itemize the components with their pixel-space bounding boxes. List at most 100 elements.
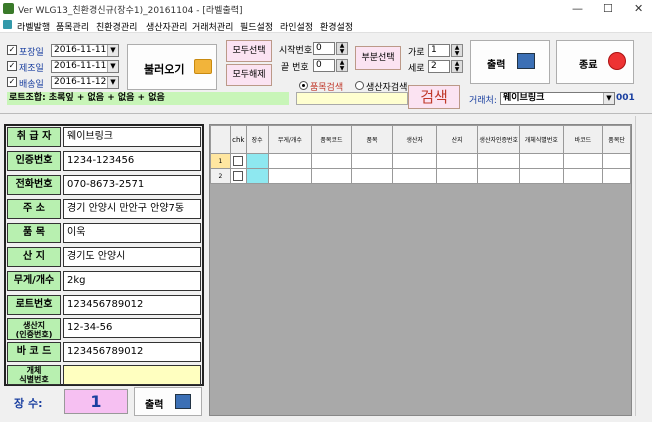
entity-id-label: 개체 식별번호 <box>7 365 61 385</box>
item-field[interactable]: 이욱 <box>63 223 201 243</box>
table-row[interactable]: 2 <box>210 168 631 184</box>
grid-cell[interactable] <box>392 168 437 184</box>
weight-count-field[interactable]: 2kg <box>63 271 201 291</box>
col-header-item-code[interactable]: 품목코드 <box>311 125 352 154</box>
count-field[interactable]: 1 <box>64 389 128 414</box>
mfg-date-select[interactable]: 2016-11-11 ▼ <box>51 60 119 73</box>
menu-item-management[interactable]: 품목관리 <box>56 20 89 33</box>
cert-number-label: 인증번호 <box>7 151 61 171</box>
grid-cell[interactable] <box>350 168 394 184</box>
row-number: 2 <box>210 168 231 184</box>
grid-cell[interactable] <box>311 153 352 169</box>
menu-line-settings[interactable]: 라인설정 <box>280 20 313 33</box>
height-input[interactable]: 2 <box>428 60 450 73</box>
handler-field[interactable]: 웨이브링크 <box>63 127 201 147</box>
phone-field[interactable]: 070-8673-2571 <box>63 175 201 195</box>
start-number-spinner[interactable]: ▲ ▼ <box>336 42 348 55</box>
print-button[interactable]: 출력 <box>470 40 550 84</box>
grid-cell[interactable] <box>267 168 313 184</box>
maximize-button[interactable]: ☐ <box>603 2 613 15</box>
search-button[interactable]: 검색 <box>408 85 460 109</box>
packing-date-select[interactable]: 2016-11-11 ▼ <box>51 44 119 57</box>
address-field[interactable]: 경기 안양시 만안구 안양7동 <box>63 199 201 219</box>
menu-field-settings[interactable]: 필드설정 <box>240 20 273 33</box>
row-checkbox-cell[interactable] <box>229 168 247 184</box>
select-all-button[interactable]: 모두선택 <box>226 40 272 62</box>
grid-cell[interactable] <box>519 153 564 169</box>
col-header-item[interactable]: 품목 <box>350 125 394 154</box>
origin-field[interactable]: 경기도 안양시 <box>63 247 201 267</box>
grid-cell[interactable] <box>311 168 352 184</box>
close-button[interactable]: ✕ <box>634 2 643 15</box>
menu-bar: 라벨발행 품목관리 친환경관리 생산자관리 거래처관리 필드설정 라인설정 환경… <box>0 18 652 33</box>
grid-cell[interactable] <box>562 153 604 169</box>
grid-cell[interactable] <box>392 153 437 169</box>
row-checkbox-cell[interactable] <box>229 153 247 169</box>
load-button[interactable]: 불러오기 <box>127 44 217 90</box>
menu-vendor-management[interactable]: 거래처관리 <box>192 20 233 33</box>
ship-date-checkbox[interactable]: ✓ <box>7 77 17 87</box>
col-header-producer-cert[interactable]: 생산자인증번호 <box>477 125 521 154</box>
grid-cell[interactable] <box>519 168 564 184</box>
col-header-barcode[interactable]: 바코드 <box>562 125 604 154</box>
table-row[interactable]: 1 <box>210 153 631 169</box>
barcode-field[interactable]: 123456789012 <box>63 342 201 362</box>
grid-cell[interactable] <box>350 153 394 169</box>
col-header-origin[interactable]: 산지 <box>435 125 479 154</box>
grid-cell[interactable] <box>562 168 604 184</box>
grid-cell[interactable] <box>435 168 479 184</box>
grid-cell[interactable] <box>477 153 521 169</box>
menu-eco-management[interactable]: 친환경관리 <box>96 20 137 33</box>
width-spinner[interactable]: ▲ ▼ <box>451 44 463 57</box>
production-site-field[interactable]: 12-34-56 <box>63 318 201 338</box>
chevron-down-icon: ▼ <box>603 93 614 104</box>
entity-id-field[interactable] <box>63 365 201 385</box>
menu-producer-management[interactable]: 생산자관리 <box>146 20 187 33</box>
count-cell[interactable] <box>245 168 269 184</box>
col-header-item-unit[interactable]: 품목단 <box>602 125 631 154</box>
end-number-label: 끝 번호 <box>281 63 309 73</box>
grid-cell[interactable] <box>435 153 479 169</box>
end-number-input[interactable]: 0 <box>313 59 335 72</box>
width-input[interactable]: 1 <box>428 44 450 57</box>
col-header-chk[interactable]: chk <box>229 125 247 154</box>
lot-number-field[interactable]: 123456789012 <box>63 295 201 315</box>
vendor-select[interactable]: 웨이브링크 ▼ <box>500 92 615 105</box>
col-header-producer[interactable]: 생산자 <box>392 125 437 154</box>
start-number-input[interactable]: 0 <box>313 42 335 55</box>
grid-cell[interactable] <box>477 168 521 184</box>
cert-number-field[interactable]: 1234-123456 <box>63 151 201 171</box>
vertical-scrollbar[interactable] <box>635 116 647 416</box>
partial-select-button[interactable]: 부분선택 <box>355 46 401 70</box>
mfg-date-checkbox[interactable]: ✓ <box>7 61 17 71</box>
row-number: 1 <box>210 153 231 169</box>
col-header-entity-id[interactable]: 개체식별번호 <box>519 125 564 154</box>
grid-cell[interactable] <box>602 153 631 169</box>
search-input[interactable] <box>296 92 408 105</box>
bottom-print-button[interactable]: 출력 <box>134 387 202 416</box>
packing-date-label: 포장일 <box>19 48 44 58</box>
bottom-print-label: 출력 <box>145 400 164 411</box>
menu-env-settings[interactable]: 환경설정 <box>320 20 353 33</box>
item-search-radio[interactable] <box>299 81 308 90</box>
minimize-button[interactable]: — <box>572 2 583 15</box>
height-spinner[interactable]: ▲ ▼ <box>451 60 463 73</box>
grid-cell[interactable] <box>267 153 313 169</box>
production-site-label: 생산지 (인증번호) <box>7 318 61 340</box>
exit-button[interactable]: 종료 <box>556 40 634 84</box>
col-header-weight[interactable]: 무게/개수 <box>267 125 313 154</box>
start-number-label: 시작번호 <box>279 46 313 56</box>
ship-date-select[interactable]: 2016-11-12 ▼ <box>51 76 119 89</box>
item-label: 품 목 <box>7 223 61 243</box>
producer-search-radio[interactable] <box>355 81 364 90</box>
menu-label-print[interactable]: 라벨발행 <box>17 20 50 33</box>
deselect-all-button[interactable]: 모두해제 <box>226 64 272 86</box>
col-header-count[interactable]: 장수 <box>245 125 269 154</box>
row-checkbox[interactable] <box>233 171 244 181</box>
end-number-spinner[interactable]: ▲ ▼ <box>336 59 348 72</box>
grid-header-row: chk 장수 무게/개수 품목코드 품목 생산자 산지 생산자인증번호 개체식별… <box>210 125 631 154</box>
row-checkbox[interactable] <box>233 156 244 166</box>
count-cell[interactable] <box>245 153 269 169</box>
packing-date-checkbox[interactable]: ✓ <box>7 45 17 55</box>
grid-cell[interactable] <box>602 168 631 184</box>
